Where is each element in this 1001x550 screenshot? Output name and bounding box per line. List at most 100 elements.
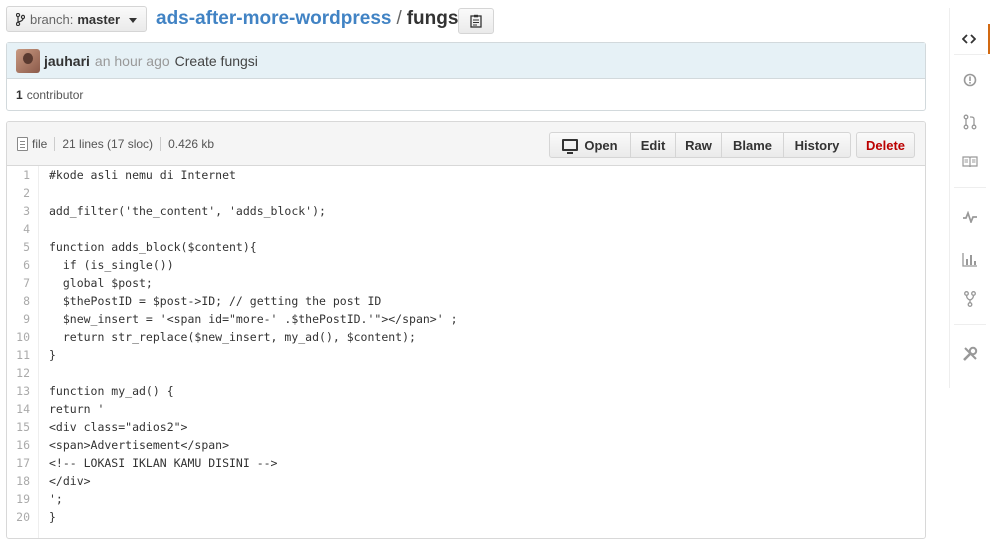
sidebar-item-code[interactable] xyxy=(950,24,990,54)
monitor-icon xyxy=(562,139,579,154)
file-info: file 21 lines (17 sloc) 0.426 kb xyxy=(17,137,214,151)
code-line: 7 global $post; xyxy=(7,274,925,292)
breadcrumb: ads-after-more-wordpress / fungsi xyxy=(156,8,464,30)
divider xyxy=(54,137,56,151)
line-content: <span>Advertisement</span> xyxy=(49,438,230,452)
line-content: function my_ad() { xyxy=(49,384,174,398)
code-line: 17 <!-- LOKASI IKLAN KAMU DISINI --> xyxy=(7,454,925,472)
line-number[interactable]: 5 xyxy=(7,240,38,254)
line-content: '; xyxy=(49,492,63,506)
line-number[interactable]: 15 xyxy=(7,420,38,434)
edit-button[interactable]: Edit xyxy=(630,132,676,158)
sidebar-item-pulse[interactable] xyxy=(950,202,990,232)
line-number[interactable]: 17 xyxy=(7,456,38,470)
graphs-icon xyxy=(962,252,978,267)
line-content: } xyxy=(49,510,56,524)
open-button[interactable]: Open xyxy=(549,132,631,158)
line-number[interactable]: 11 xyxy=(7,348,38,362)
history-button[interactable]: History xyxy=(783,132,851,158)
code-line: 14 return ' xyxy=(7,400,925,418)
contributors-label[interactable]: contributor xyxy=(27,88,84,102)
avatar[interactable] xyxy=(16,48,40,73)
copy-path-button[interactable] xyxy=(458,8,494,34)
file-actions: Open Edit Raw Blame History xyxy=(549,132,851,158)
code-line: 18 </div> xyxy=(7,472,925,490)
sidebar-item-pull-request[interactable] xyxy=(950,107,990,137)
line-content: return ' xyxy=(49,402,105,416)
sidebar-divider xyxy=(954,54,986,55)
line-content: $new_insert = '<span id="more-' .$thePos… xyxy=(49,312,458,326)
code-line: 8 $thePostID = $post->ID; // getting the… xyxy=(7,292,925,310)
line-number[interactable]: 6 xyxy=(7,258,38,272)
repo-link[interactable]: ads-after-more-wordpress xyxy=(156,8,391,29)
file-viewer: file 21 lines (17 sloc) 0.426 kb Open Ed… xyxy=(6,121,926,539)
line-number[interactable]: 16 xyxy=(7,438,38,452)
line-content: add_filter('the_content', 'adds_block'); xyxy=(49,204,326,218)
code-line: 20} xyxy=(7,508,925,526)
sidebar-divider xyxy=(954,187,986,188)
open-label: Open xyxy=(584,137,618,153)
clipboard-icon xyxy=(470,14,482,28)
line-number[interactable]: 4 xyxy=(7,222,38,236)
sidebar-item-settings[interactable] xyxy=(950,339,990,369)
line-content: #kode asli nemu di Internet xyxy=(49,168,236,182)
sidebar-item-network[interactable] xyxy=(950,284,990,314)
wiki-icon xyxy=(962,156,978,168)
sidebar-item-graphs[interactable] xyxy=(950,244,990,274)
line-number[interactable]: 10 xyxy=(7,330,38,344)
contributors: 1 contributor xyxy=(7,79,925,111)
repo-sidebar xyxy=(949,8,990,388)
code-line: 6 if (is_single()) xyxy=(7,256,925,274)
line-number[interactable]: 1 xyxy=(7,168,38,182)
sidebar-item-issues[interactable] xyxy=(950,65,990,95)
delete-button[interactable]: Delete xyxy=(856,132,915,158)
line-number[interactable]: 19 xyxy=(7,492,38,506)
code-line: 4 xyxy=(7,220,925,238)
line-content: global $post; xyxy=(49,276,153,290)
line-number[interactable]: 20 xyxy=(7,510,38,524)
issues-icon xyxy=(963,73,977,87)
file-header: file 21 lines (17 sloc) 0.426 kb Open Ed… xyxy=(7,122,925,166)
line-number[interactable]: 2 xyxy=(7,186,38,200)
code-view: 1 #kode asli nemu di Internet 2 3 add_filter… xyxy=(7,166,925,538)
line-content: if (is_single()) xyxy=(49,258,174,272)
file-navigation: branch: master ads-after-more-wordpress /… xyxy=(6,6,936,34)
raw-button[interactable]: Raw xyxy=(675,132,722,158)
line-content: return str_replace($new_insert, my_ad(),… xyxy=(49,330,416,344)
sidebar-item-wiki[interactable] xyxy=(950,147,990,177)
commit-header: jauhari an hour ago Create fungsi xyxy=(7,43,925,79)
branch-icon xyxy=(16,12,25,26)
commit-message[interactable]: Create fungsi xyxy=(175,53,258,69)
code-line: 16 <span>Advertisement</span> xyxy=(7,436,925,454)
file-name: fungsi xyxy=(406,8,464,29)
line-number[interactable]: 18 xyxy=(7,474,38,488)
commit-author[interactable]: jauhari xyxy=(44,53,90,69)
chevron-down-icon xyxy=(129,18,137,23)
code-line: 3 add_filter('the_content', 'adds_block')… xyxy=(7,202,925,220)
pulse-icon xyxy=(962,211,978,223)
line-number[interactable]: 13 xyxy=(7,384,38,398)
line-content: } xyxy=(49,348,56,362)
branch-label: branch: xyxy=(30,11,74,27)
line-number[interactable]: 3 xyxy=(7,204,38,218)
contributors-count: 1 xyxy=(16,88,23,102)
branch-name: master xyxy=(77,11,121,27)
line-number[interactable]: 12 xyxy=(7,366,38,380)
network-icon xyxy=(964,291,976,307)
code-line: 15 <div class="adios2"> xyxy=(7,418,925,436)
code-line: 2 xyxy=(7,184,925,202)
line-number[interactable]: 8 xyxy=(7,294,38,308)
line-number[interactable]: 14 xyxy=(7,402,38,416)
line-content: $thePostID = $post->ID; // getting the p… xyxy=(49,294,382,308)
line-number[interactable]: 9 xyxy=(7,312,38,326)
sidebar-divider xyxy=(954,324,986,325)
code-line: 10 return str_replace($new_insert, my_ad… xyxy=(7,328,925,346)
line-content: function adds_block($content){ xyxy=(49,240,257,254)
pull-request-icon xyxy=(963,114,977,130)
branch-selector[interactable]: branch: master xyxy=(6,6,147,32)
blame-button[interactable]: Blame xyxy=(721,132,784,158)
line-number-gutter xyxy=(38,166,39,538)
latest-commit: jauhari an hour ago Create fungsi 1 cont… xyxy=(6,42,926,111)
breadcrumb-separator: / xyxy=(396,8,402,29)
line-number[interactable]: 7 xyxy=(7,276,38,290)
